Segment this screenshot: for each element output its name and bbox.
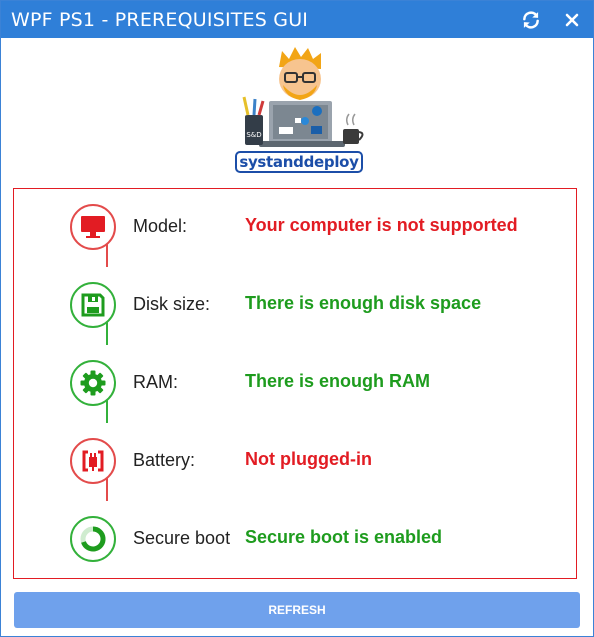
systanddeploy-logo: S&D systanddeploy <box>229 45 371 177</box>
title-bar: WPF PS1 - PREREQUISITES GUI <box>1 1 593 38</box>
close-icon <box>565 13 579 26</box>
check-row-disk: Disk size: There is enough disk space <box>14 278 576 334</box>
window-title: WPF PS1 - PREREQUISITES GUI <box>11 9 309 31</box>
secure-boot-status-circle <box>70 516 116 562</box>
check-label: Disk size: <box>133 294 211 314</box>
check-status: Not plugged-in <box>245 449 372 469</box>
prerequisites-panel: Model: Your computer is not supported Di… <box>13 188 577 579</box>
app-window: WPF PS1 - PREREQUISITES GUI S&D systandd… <box>0 0 594 637</box>
check-row-battery: Battery: Not plugged-in <box>14 434 576 490</box>
check-status: There is enough disk space <box>245 293 482 313</box>
check-label: Model: <box>133 216 188 236</box>
spinner-icon <box>80 526 106 552</box>
check-label: RAM: <box>133 372 178 392</box>
check-status: There is enough RAM <box>245 371 431 391</box>
ram-status-circle <box>70 360 116 406</box>
check-label: Battery: <box>133 450 196 470</box>
titlebar-refresh-button[interactable] <box>513 1 549 38</box>
battery-status-circle <box>70 438 116 484</box>
monitor-icon <box>81 216 105 238</box>
floppy-disk-icon <box>81 293 105 317</box>
check-label: Secure boot <box>133 528 231 548</box>
sync-icon <box>523 10 539 29</box>
plug-icon <box>82 450 104 472</box>
refresh-button[interactable]: REFRESH <box>14 592 580 628</box>
check-row-ram: RAM: There is enough RAM <box>14 356 576 412</box>
developer-illustration: S&D <box>242 47 364 147</box>
close-button[interactable] <box>554 1 590 38</box>
gear-icon <box>80 370 106 396</box>
check-status: Your computer is not supported <box>245 215 518 235</box>
disk-status-circle <box>70 282 116 328</box>
logo-wordmark: systanddeploy <box>235 151 363 173</box>
check-row-secure-boot: Secure boot Secure boot is enabled <box>14 512 576 568</box>
check-row-model: Model: Your computer is not supported <box>14 200 576 256</box>
mug-text: S&D <box>246 131 261 139</box>
check-status: Secure boot is enabled <box>245 527 443 547</box>
model-status-circle <box>70 204 116 250</box>
